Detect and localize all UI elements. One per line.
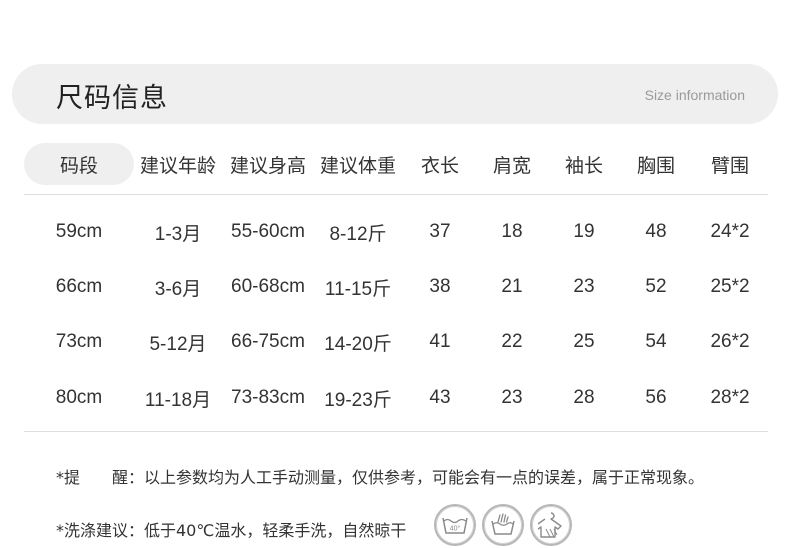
page-subtitle: Size information <box>644 87 745 103</box>
table-cell: 52 <box>645 276 667 297</box>
table-cell: 3-6月 <box>154 278 202 300</box>
table-cell: 8-12斤 <box>329 223 387 245</box>
table-cell: 60-68cm <box>231 276 305 297</box>
table-row: 59cm 1-3月 55-60cm 8-12斤 37 18 19 48 24*2 <box>24 212 768 252</box>
column-header: 建议身高 <box>229 154 306 177</box>
table-cell: 25*2 <box>710 276 750 297</box>
hand-wash-icon <box>482 504 524 546</box>
wash-temp-label: 40° <box>450 525 461 533</box>
wash-40-icon: 40° <box>434 504 476 546</box>
column-header: 衣长 <box>420 154 459 177</box>
column-header: 臂围 <box>710 154 749 177</box>
table-row: 73cm 5-12月 66-75cm 14-20斤 41 22 25 54 26… <box>24 322 768 362</box>
table-cell: 66cm <box>55 276 103 297</box>
table-cell: 11-15斤 <box>324 278 392 300</box>
table-cell: 26*2 <box>710 331 750 352</box>
size-table: 码段 建议年龄 建议身高 建议体重 衣长 肩宽 袖长 胸围 臂围 <box>24 140 768 188</box>
reminder-note: *提 醒：以上参数均为人工手动测量，仅供参考，可能会有一点的误差，属于正常现象。 <box>56 468 705 487</box>
table-cell: 11-18月 <box>144 389 212 411</box>
table-cell: 14-20斤 <box>324 333 392 355</box>
table-divider-bottom <box>24 431 768 432</box>
column-header: 袖长 <box>564 154 603 177</box>
column-header: 建议年龄 <box>139 154 216 177</box>
table-cell: 28 <box>573 387 595 408</box>
column-header: 码段 <box>59 154 98 177</box>
table-cell: 54 <box>645 331 667 352</box>
size-info-header: 尺码信息 Size information <box>12 64 778 124</box>
table-cell: 55-60cm <box>231 221 305 242</box>
column-header: 肩宽 <box>492 154 531 177</box>
care-icons: 40° <box>434 504 572 546</box>
table-cell: 56 <box>645 387 667 408</box>
table-cell: 48 <box>645 221 667 242</box>
column-header: 胸围 <box>636 154 675 177</box>
table-cell: 73cm <box>55 331 103 352</box>
table-cell: 73-83cm <box>231 387 305 408</box>
table-cell: 23 <box>573 276 595 297</box>
table-cell: 59cm <box>55 221 103 242</box>
table-cell: 22 <box>501 331 523 352</box>
table-cell: 18 <box>501 221 523 242</box>
table-cell: 66-75cm <box>231 331 305 352</box>
table-cell: 41 <box>429 331 451 352</box>
line-dry-icon <box>530 504 572 546</box>
table-cell: 80cm <box>55 387 103 408</box>
table-cell: 25 <box>573 331 595 352</box>
column-header: 建议体重 <box>319 154 396 177</box>
table-cell: 28*2 <box>710 387 750 408</box>
table-cell: 19-23斤 <box>324 389 392 411</box>
table-header-row: 码段 建议年龄 建议身高 建议体重 衣长 肩宽 袖长 胸围 臂围 <box>24 140 768 188</box>
table-cell: 21 <box>501 276 523 297</box>
table-row: 66cm 3-6月 60-68cm 11-15斤 38 21 23 52 25*… <box>24 267 768 307</box>
table-cell: 38 <box>429 276 451 297</box>
page-title: 尺码信息 <box>56 83 168 114</box>
table-row: 80cm 11-18月 73-83cm 19-23斤 43 23 28 56 2… <box>24 378 768 418</box>
table-cell: 1-3月 <box>154 223 202 245</box>
table-cell: 19 <box>573 221 595 242</box>
table-cell: 5-12月 <box>149 333 207 355</box>
table-cell: 23 <box>501 387 523 408</box>
washing-note: *洗涤建议：低于40℃温水，轻柔手洗，自然晾干 <box>56 521 407 540</box>
table-cell: 37 <box>429 221 451 242</box>
table-divider-top <box>24 194 768 195</box>
table-cell: 24*2 <box>710 221 750 242</box>
table-cell: 43 <box>429 387 451 408</box>
